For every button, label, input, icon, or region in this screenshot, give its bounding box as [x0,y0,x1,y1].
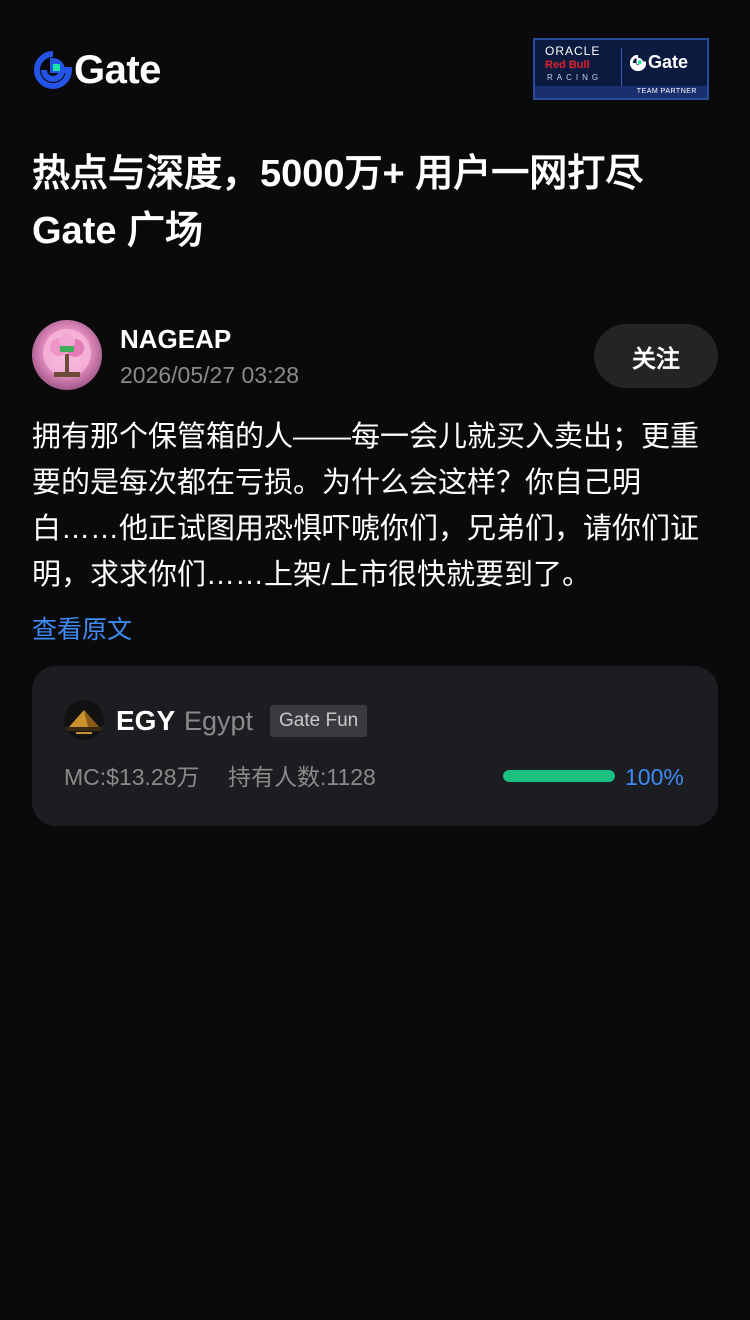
team-partner-label: TEAM PARTNER [535,86,707,98]
avatar-image [32,320,102,390]
badge-divider [621,48,622,86]
post-body: 拥有那个保管箱的人——每一会儿就买入卖出；更重要的是每次都在亏损。为什么会这样？… [32,421,700,591]
partner-gate-text: Gate [648,52,689,72]
partner-gate-logo: Gate [630,52,688,73]
progress-bar [503,770,615,782]
app-header: Gate ORACLE Red Bull RACING Gate TEAM PA… [0,0,750,140]
headline-line-2: Gate 广场 [32,210,204,252]
pyramid-icon [64,700,104,740]
redbull-label: Red Bull [545,59,590,71]
logo-text: Gate [74,48,161,92]
progress-percent: 100% [625,764,684,790]
token-icon [64,700,104,740]
view-original-link[interactable]: 查看原文 [32,612,132,648]
progress-fill [503,770,615,782]
oracle-label: ORACLE [545,44,601,58]
post-timestamp: 2026/05/27 03:28 [120,362,300,388]
follow-button[interactable]: 关注 [594,324,718,388]
token-symbol: EGY [116,705,176,736]
gate-logo-icon [34,51,72,89]
market-cap: MC:$13.28万 [64,764,200,790]
holder-count: 持有人数:1128 [228,764,376,790]
team-partner-badge: ORACLE Red Bull RACING Gate TEAM PARTNER [533,38,709,100]
username[interactable]: NAGEAP [120,323,231,355]
headline-line-1: 热点与深度，5000万+ 用户一网打尽 [32,153,644,195]
gate-small-icon [630,54,646,71]
token-name: Egypt [184,706,254,736]
gate-logo[interactable]: Gate [34,48,161,92]
gate-fun-tag: Gate Fun [270,705,368,737]
post-author-row: NAGEAP 2026/05/27 03:28 关注 [32,320,718,392]
page-headline: 热点与深度，5000万+ 用户一网打尽 Gate 广场 [32,146,722,260]
racing-label: RACING [547,73,603,82]
token-card[interactable]: EGY Egypt Gate Fun MC:$13.28万 持有人数:1128 … [32,666,718,826]
avatar[interactable] [32,320,102,390]
